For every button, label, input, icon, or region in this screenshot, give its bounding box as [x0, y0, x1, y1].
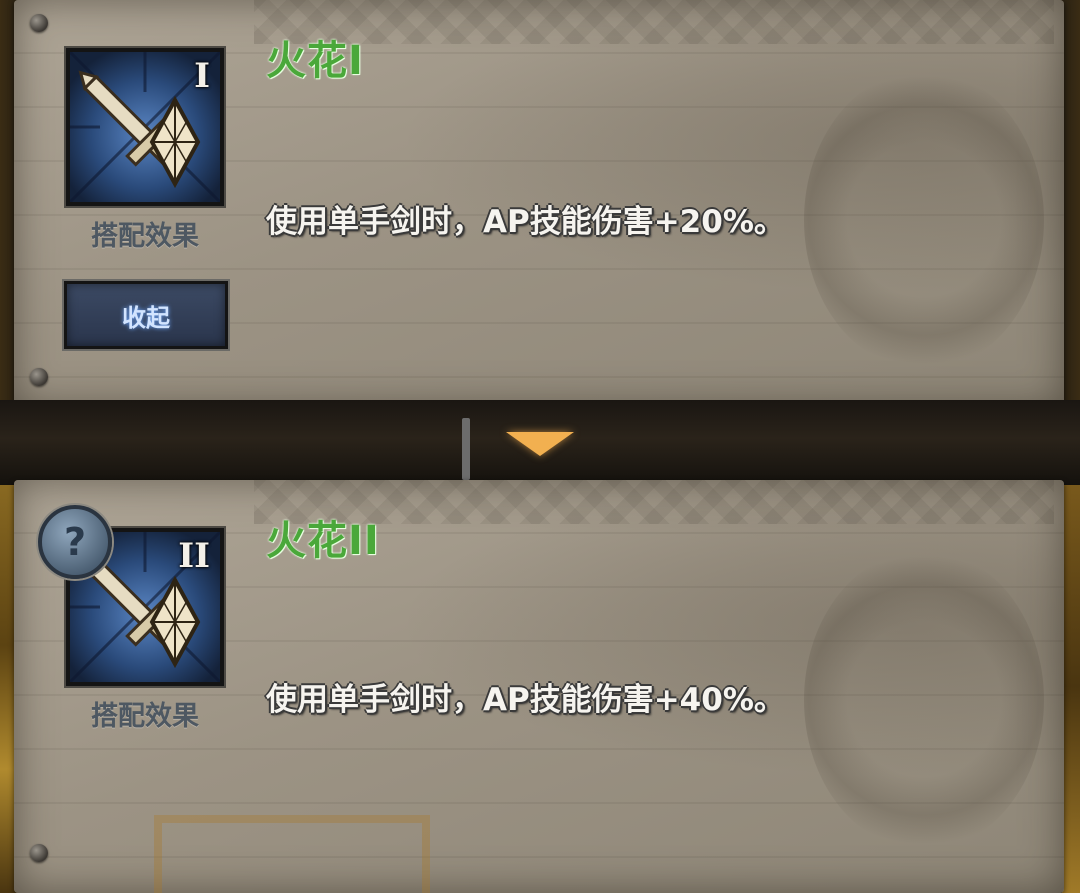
frame-right-ornament	[1062, 480, 1080, 893]
rivet-icon	[30, 844, 48, 862]
background-ornament	[154, 815, 430, 893]
skill-card-1: I 搭配效果 收起 火花I 使用单手剑时，AP技能伤害+20%。	[14, 0, 1064, 408]
skill-title: 火花II	[266, 518, 380, 564]
icon-caption: 搭配效果	[91, 701, 199, 732]
chevron-down-icon[interactable]	[506, 432, 574, 456]
skill-level-numeral: I	[194, 56, 210, 96]
question-mark-icon: ?	[63, 520, 87, 564]
skill-icon-frame[interactable]: I	[66, 48, 224, 206]
collapse-button[interactable]: 收起	[64, 281, 228, 349]
card-emblem-watermark	[804, 70, 1044, 370]
skill-level-numeral: II	[178, 536, 210, 576]
skill-description: 使用单手剑时，AP技能伤害+20%。	[266, 204, 785, 240]
skill-title: 火花I	[266, 38, 364, 84]
rivet-icon	[30, 14, 48, 32]
card-emblem-watermark	[804, 550, 1044, 850]
divider-handle	[462, 418, 470, 480]
icon-caption: 搭配效果	[91, 221, 199, 252]
card-border-pattern	[254, 0, 1054, 44]
help-button[interactable]: ?	[38, 505, 112, 579]
skill-description: 使用单手剑时，AP技能伤害+40%。	[266, 682, 785, 718]
skill-card-2: ? II 搭配效果 火花II 使用单手剑时，AP技能伤害+40%。	[14, 480, 1064, 893]
rivet-icon	[30, 368, 48, 386]
